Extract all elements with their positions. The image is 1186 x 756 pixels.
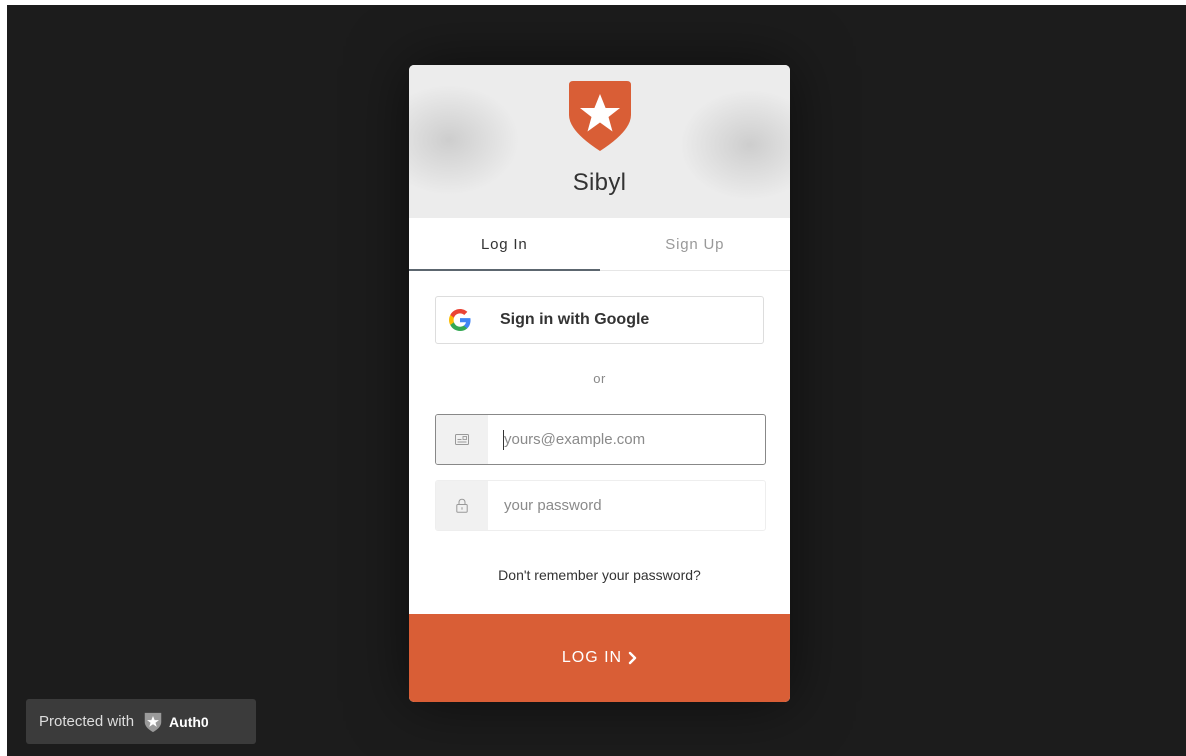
google-icon [449,309,471,331]
log-in-label: LOG IN [561,649,623,666]
lock-icon [456,498,468,513]
text-caret [503,430,504,450]
password-field [435,480,766,531]
auth-tabs: Log In Sign Up [409,218,790,271]
email-field [435,414,766,465]
app-title: Sibyl [572,169,627,196]
id-card-icon [455,434,469,445]
google-sign-in-label: Sign in with Google [500,311,650,328]
auth0-icon [144,712,162,732]
card-header: Sibyl [409,65,790,218]
login-card: Sibyl Log In Sign Up Sign in with Google… [409,65,790,702]
email-input[interactable] [488,415,763,464]
badge-brand: Auth0 [169,713,209,730]
log-in-button[interactable]: LOG IN [409,614,790,702]
password-input[interactable] [488,481,763,530]
chevron-right-icon [628,651,637,665]
badge-text: Protected with [39,713,135,730]
app-logo-icon [569,81,631,151]
google-sign-in-button[interactable]: Sign in with Google [435,296,764,344]
divider-text: or [593,371,606,386]
tab-log-in[interactable]: Log In [409,218,600,271]
tab-sign-up[interactable]: Sign Up [600,218,791,270]
auth0-badge[interactable]: Protected with Auth0 [26,699,256,744]
page-backdrop: Sibyl Log In Sign Up Sign in with Google… [7,5,1186,756]
password-icon-box [436,481,488,530]
forgot-password-link[interactable]: Don't remember your password? [409,567,790,583]
email-icon-box [436,415,488,464]
